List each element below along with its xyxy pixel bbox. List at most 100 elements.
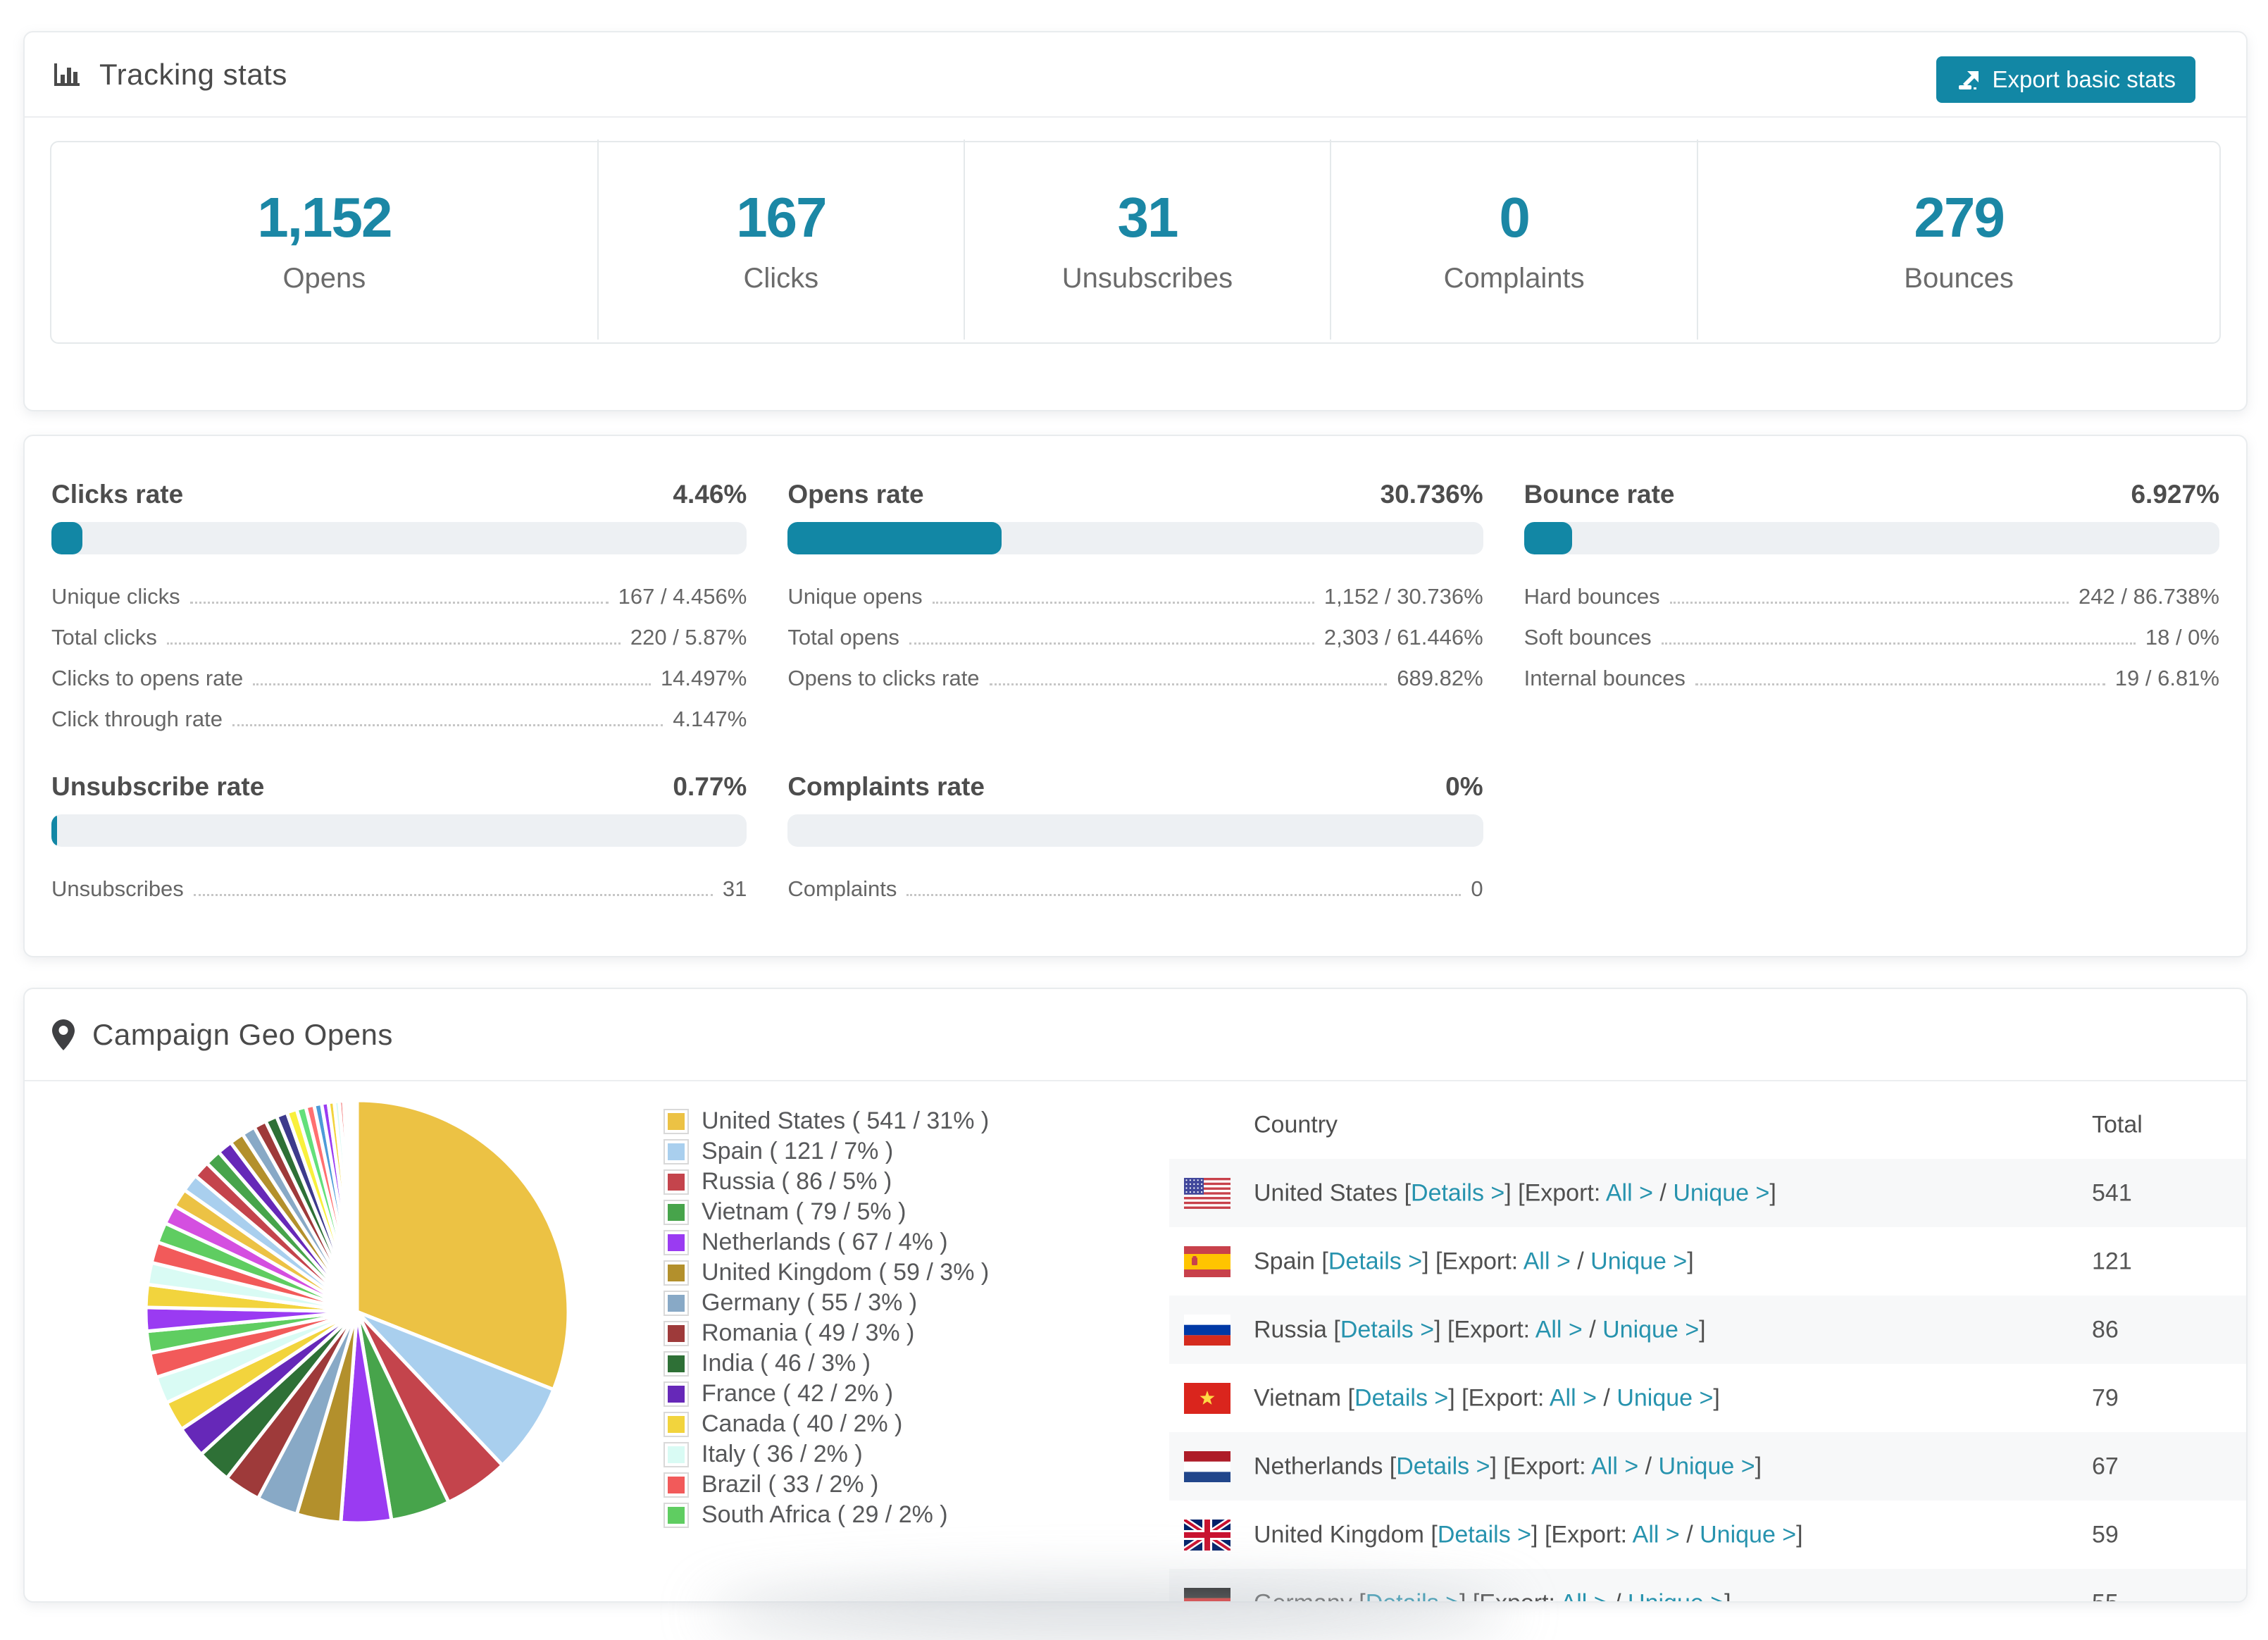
dotted-leader — [990, 683, 1388, 685]
details-link[interactable]: Details > — [1396, 1453, 1490, 1479]
bounce-rate-value: 6.927% — [2131, 480, 2219, 509]
rate-metric-row: Total clicks220 / 5.87% — [51, 614, 747, 654]
details-link[interactable]: Details > — [1354, 1384, 1448, 1411]
geo-row-total: 55 — [2092, 1589, 2119, 1603]
tracking-stats-header: Tracking stats Export basic stats — [51, 32, 2219, 116]
export-unique-link[interactable]: Unique > — [1628, 1589, 1724, 1603]
opens-rate-block: Opens rate 30.736% Unique opens1,152 / 3… — [787, 480, 1483, 736]
clicks-rate-value: 4.46% — [673, 480, 747, 509]
unsubscribes-count: 31 — [1117, 185, 1177, 250]
legend-label: Netherlands ( 67 / 4% ) — [702, 1229, 948, 1256]
legend-swatch — [663, 1109, 689, 1134]
details-link[interactable]: Details > — [1340, 1316, 1434, 1343]
export-unique-link[interactable]: Unique > — [1700, 1521, 1796, 1548]
geo-table-row-spain: Spain [Details >] [Export: All > / Uniqu… — [1169, 1227, 2246, 1296]
export-unique-link[interactable]: Unique > — [1616, 1384, 1713, 1411]
bounce-rate-bar-fill — [1524, 522, 1572, 554]
rate-metric-row: Unique opens1,152 / 30.736% — [787, 573, 1483, 614]
geo-row-text: United Kingdom [Details >] [Export: All … — [1254, 1521, 1803, 1548]
export-basic-stats-button[interactable]: Export basic stats — [1936, 56, 2195, 103]
geo-opens-table: Country Total United States [Details >] … — [1169, 1091, 2246, 1603]
unsubscribes-label: Unsubscribes — [1062, 263, 1233, 294]
bottom-shadow — [704, 1584, 1514, 1640]
legend-item-italy: Italy ( 36 / 2% ) — [663, 1439, 989, 1470]
metric-value: 689.82% — [1397, 666, 1483, 695]
rates-grid: Clicks rate 4.46% Unique clicks167 / 4.4… — [51, 480, 2219, 906]
dotted-leader — [933, 602, 1314, 604]
flag-us-icon — [1184, 1178, 1230, 1209]
metric-label: Hard bounces — [1524, 584, 1660, 614]
legend-item-russia: Russia ( 86 / 5% ) — [663, 1167, 989, 1197]
legend-item-vietnam: Vietnam ( 79 / 5% ) — [663, 1197, 989, 1227]
stat-bounces: 279 Bounces — [1697, 139, 2219, 340]
flag-es-icon — [1184, 1246, 1230, 1277]
geo-table-row-russia: Russia [Details >] [Export: All > / Uniq… — [1169, 1296, 2246, 1364]
header-divider — [25, 116, 2246, 118]
rate-metric-row: Opens to clicks rate 689.82% — [787, 654, 1483, 695]
legend-swatch — [663, 1351, 689, 1377]
export-all-link[interactable]: All > — [1591, 1453, 1638, 1479]
geo-row-total: 59 — [2092, 1521, 2119, 1548]
geo-row-text: Netherlands [Details >] [Export: All > /… — [1254, 1453, 1762, 1480]
export-unique-link[interactable]: Unique > — [1602, 1316, 1699, 1343]
legend-label: France ( 42 / 2% ) — [702, 1380, 893, 1408]
opens-label: Opens — [282, 263, 366, 294]
geo-row-text: Vietnam [Details >] [Export: All > / Uni… — [1254, 1384, 1720, 1412]
clicks-rate-block: Clicks rate 4.46% Unique clicks167 / 4.4… — [51, 480, 747, 736]
legend-label: India ( 46 / 3% ) — [702, 1350, 871, 1377]
export-all-link[interactable]: All > — [1633, 1521, 1680, 1548]
clicks-rate-bar-fill — [51, 522, 82, 554]
geo-row-total: 541 — [2092, 1179, 2132, 1207]
metric-value: 14.497% — [661, 666, 747, 695]
legend-label: Russia ( 86 / 5% ) — [702, 1168, 892, 1195]
complaints-count: 0 — [1499, 185, 1529, 250]
geo-table-row-united-kingdom: United Kingdom [Details >] [Export: All … — [1169, 1501, 2246, 1569]
metric-label: Click through rate — [51, 707, 223, 736]
metric-label: Unique opens — [787, 584, 922, 614]
campaign-geo-opens-card: Campaign Geo Opens United States ( 541 /… — [23, 988, 2248, 1603]
export-all-link[interactable]: All > — [1550, 1384, 1597, 1411]
tracking-stats-title: Tracking stats — [99, 58, 287, 92]
opens-rate-bar — [787, 522, 1483, 554]
legend-label: Brazil ( 33 / 2% ) — [702, 1471, 878, 1498]
export-unique-link[interactable]: Unique > — [1673, 1179, 1769, 1206]
flag-ru-icon — [1184, 1315, 1230, 1346]
details-link[interactable]: Details > — [1328, 1248, 1422, 1274]
dotted-leader — [167, 642, 621, 645]
geo-row-total: 121 — [2092, 1248, 2132, 1275]
legend-item-south-africa: South Africa ( 29 / 2% ) — [663, 1500, 989, 1530]
metric-label: Opens to clicks rate — [787, 666, 979, 695]
legend-label: Italy ( 36 / 2% ) — [702, 1441, 863, 1468]
unsubscribe-rate-bar — [51, 814, 747, 847]
details-link[interactable]: Details > — [1438, 1521, 1531, 1548]
geo-table-row-vietnam: Vietnam [Details >] [Export: All > / Uni… — [1169, 1364, 2246, 1432]
export-all-link[interactable]: All > — [1524, 1248, 1571, 1274]
metric-value: 167 / 4.456% — [618, 584, 747, 614]
legend-item-netherlands: Netherlands ( 67 / 4% ) — [663, 1227, 989, 1257]
clicks-rate-bar — [51, 522, 747, 554]
geo-opens-header: Campaign Geo Opens — [51, 989, 2219, 1080]
total-column-header: Total — [2092, 1111, 2143, 1138]
metric-value: 220 / 5.87% — [630, 625, 747, 654]
legend-label: South Africa ( 29 / 2% ) — [702, 1501, 948, 1529]
export-button-label: Export basic stats — [1993, 66, 2176, 93]
export-unique-link[interactable]: Unique > — [1659, 1453, 1755, 1479]
export-unique-link[interactable]: Unique > — [1590, 1248, 1687, 1274]
legend-item-germany: Germany ( 55 / 3% ) — [663, 1288, 989, 1318]
dotted-leader — [1695, 683, 2105, 685]
metric-label: Soft bounces — [1524, 625, 1652, 654]
geo-row-text: United States [Details >] [Export: All >… — [1254, 1179, 1776, 1207]
metric-label: Unsubscribes — [51, 876, 184, 906]
stat-clicks: 167 Clicks — [597, 139, 964, 340]
rate-metric-row: Complaints0 — [787, 865, 1483, 906]
details-link[interactable]: Details > — [1411, 1179, 1504, 1206]
complaints-label: Complaints — [1444, 263, 1585, 294]
pie-legend: United States ( 541 / 31% )Spain ( 121 /… — [663, 1106, 989, 1530]
legend-swatch — [663, 1200, 689, 1225]
export-all-link[interactable]: All > — [1606, 1179, 1653, 1206]
rate-metric-row: Total opens2,303 / 61.446% — [787, 614, 1483, 654]
export-all-link[interactable]: All > — [1561, 1589, 1608, 1603]
stat-unsubscribes: 31 Unsubscribes — [964, 139, 1330, 340]
geo-table-row-netherlands: Netherlands [Details >] [Export: All > /… — [1169, 1432, 2246, 1501]
export-all-link[interactable]: All > — [1535, 1316, 1583, 1343]
